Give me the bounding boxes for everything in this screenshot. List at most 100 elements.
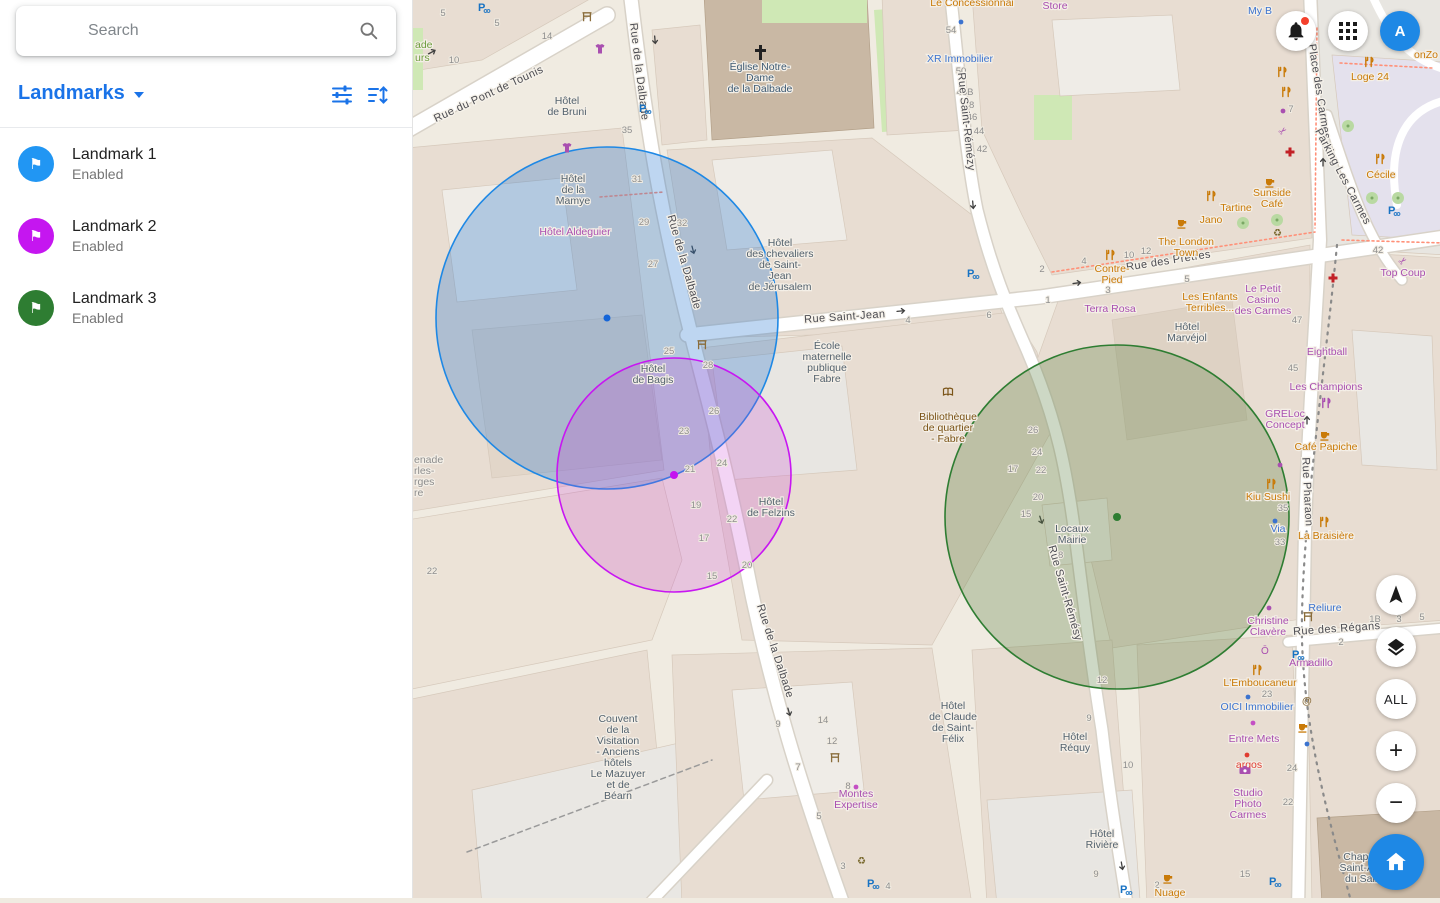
house-number: 25	[664, 346, 675, 357]
compass-button[interactable]	[1376, 575, 1416, 615]
place-label: Tartine	[1220, 202, 1252, 214]
at-icon: @	[1302, 696, 1312, 707]
layers-icon	[1385, 636, 1407, 658]
house-number: 5	[816, 811, 821, 822]
landmark-1-center-marker[interactable]	[604, 315, 611, 322]
house-number: 24	[717, 458, 728, 469]
house-number: 12	[827, 736, 838, 747]
house-number: 42	[1373, 245, 1384, 256]
house-number: 27	[648, 259, 659, 270]
dot-icon	[1251, 721, 1256, 726]
house-number: 45	[1288, 363, 1299, 374]
chevron-down-icon	[134, 92, 144, 98]
house-number: 33	[1275, 537, 1286, 548]
svg-text:@: @	[1302, 696, 1312, 707]
place-label: ChristineClavère	[1247, 615, 1289, 638]
landmark-status: Enabled	[72, 237, 157, 255]
place-label: OICI Immobilier	[1221, 701, 1294, 713]
house-number: 2	[1039, 264, 1044, 275]
search-icon[interactable]	[358, 20, 380, 42]
place-label: Le Concessionnai	[930, 0, 1013, 9]
dot-icon	[1273, 519, 1278, 524]
all-landmarks-button[interactable]: ALL	[1376, 679, 1416, 719]
notifications-button[interactable]	[1276, 11, 1316, 51]
svg-text:Ō: Ō	[1261, 645, 1269, 657]
house-number: 4	[1081, 256, 1086, 267]
house-number: 10	[449, 55, 460, 66]
zoom-in-button[interactable]: +	[1376, 731, 1416, 771]
svg-text:♻: ♻	[1273, 228, 1282, 239]
house-number: 12	[1141, 246, 1152, 257]
house-number: 5	[440, 8, 445, 19]
zoom-out-button[interactable]: −	[1376, 783, 1416, 823]
house-number: 9	[775, 719, 780, 730]
house-number: 26	[1028, 425, 1039, 436]
menu-icon[interactable]	[42, 24, 62, 38]
tree-icon	[1392, 192, 1404, 204]
landmark-list: ⚑ Landmark 1 Enabled ⚑ Landmark 2 Enable…	[0, 128, 412, 344]
notification-dot	[1301, 17, 1309, 25]
filter-icon[interactable]	[330, 83, 354, 107]
list-item-landmark-1[interactable]: ⚑ Landmark 1 Enabled	[0, 128, 412, 200]
house-number: 24	[1287, 763, 1298, 774]
landmark-name: Landmark 1	[72, 145, 157, 165]
list-item-landmark-3[interactable]: ⚑ Landmark 3 Enabled	[0, 272, 412, 344]
house-number: 4	[905, 315, 910, 326]
home-icon	[1383, 849, 1409, 875]
house-number: 5	[1184, 274, 1189, 285]
house-number: 44	[974, 126, 985, 137]
flag-icon: ⚑	[18, 146, 54, 182]
flag-icon: ⚑	[18, 290, 54, 326]
place-label: onZo	[1414, 49, 1438, 61]
recycle-icon: ♻	[1273, 228, 1282, 239]
house-number: 9	[1093, 869, 1098, 880]
place-label: HôtelRivière	[1086, 828, 1119, 851]
landmark-name: Landmark 3	[72, 289, 157, 309]
tree-icon	[1237, 217, 1249, 229]
house-number: 22	[1036, 465, 1047, 476]
house-number: 29	[639, 217, 650, 228]
layers-button[interactable]	[1376, 627, 1416, 667]
all-label: ALL	[1384, 692, 1408, 707]
house-number: 5	[494, 18, 499, 29]
minus-icon: −	[1389, 791, 1403, 815]
house-number: 20	[742, 560, 753, 571]
list-item-landmark-2[interactable]: ⚑ Landmark 2 Enabled	[0, 200, 412, 272]
flag-icon: ⚑	[18, 218, 54, 254]
house-number: 3	[840, 861, 845, 872]
navigation-arrow-icon	[1384, 583, 1408, 607]
house-number: 10	[1124, 250, 1135, 261]
home-button[interactable]	[1368, 834, 1424, 890]
house-number: 7	[795, 762, 800, 773]
place-label: Reliure	[1308, 602, 1341, 614]
map-canvas[interactable]: 5514103531293227252823262421192217152054…	[412, 0, 1440, 898]
avatar[interactable]: A	[1380, 11, 1420, 51]
place-label: Store	[1042, 0, 1067, 12]
fountain-icon: Ō	[1261, 645, 1269, 657]
place-label: Via	[1271, 523, 1286, 535]
house-number: 47	[1292, 315, 1303, 326]
house-number: 23	[679, 426, 690, 437]
dot-icon	[1305, 742, 1310, 747]
place-label: My B	[1248, 5, 1272, 17]
place-label: Terra Rosa	[1084, 303, 1136, 315]
avatar-initial: A	[1395, 23, 1406, 40]
sort-icon[interactable]	[366, 83, 390, 107]
house-number: 17	[699, 533, 710, 544]
house-number: 42	[977, 144, 988, 155]
place-label: GRELocConcept	[1265, 408, 1305, 431]
place-label: ade	[415, 39, 433, 51]
grid-icon	[1339, 22, 1357, 40]
landmarks-dropdown[interactable]: Landmarks	[18, 82, 144, 105]
landmark-3-center-marker[interactable]	[1113, 513, 1121, 521]
place-label: Café Papiche	[1294, 441, 1357, 453]
apps-grid-button[interactable]	[1328, 11, 1368, 51]
place-label: LocauxMairie	[1055, 523, 1090, 546]
place-label: Cécile	[1366, 169, 1395, 181]
house-number: 19	[691, 500, 702, 511]
landmark-2-center-marker[interactable]	[670, 471, 678, 479]
house-number: 31	[632, 174, 643, 185]
tree-icon	[1366, 192, 1378, 204]
search-input[interactable]	[86, 21, 358, 41]
sidebar: Landmarks ⚑ Landmark 1 Enabled	[0, 0, 413, 898]
